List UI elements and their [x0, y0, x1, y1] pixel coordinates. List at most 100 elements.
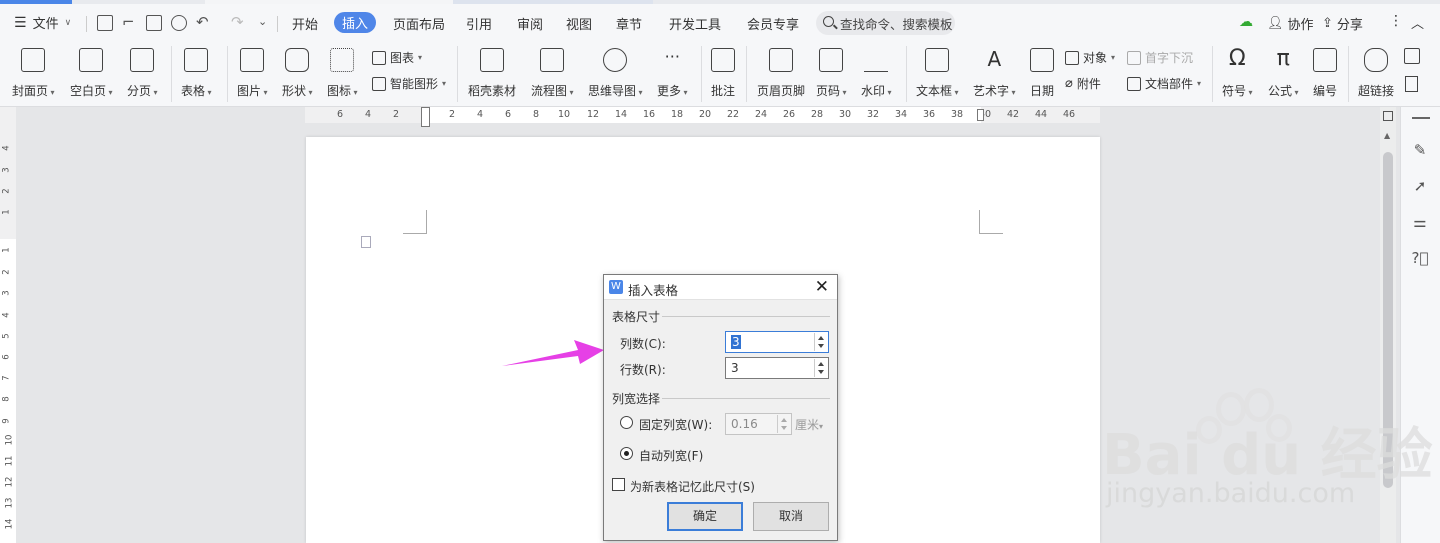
more-options-icon[interactable]: ⋮ [1389, 13, 1403, 29]
collapse-panel-icon[interactable] [1412, 117, 1430, 119]
drop-cap-button[interactable]: 首字下沉 [1127, 49, 1193, 66]
page-break-button[interactable]: 分页 [127, 48, 158, 99]
watermark-button[interactable]: 水印 [861, 48, 892, 99]
symbol-button[interactable]: Ω 符号 [1222, 48, 1253, 99]
picture-button[interactable]: 图片 [237, 48, 268, 99]
tab-review[interactable]: 审阅 [517, 14, 543, 33]
page-number-label: 页码 [816, 82, 847, 99]
more-button[interactable]: ··· 更多 [657, 48, 688, 99]
tab-developer[interactable]: 开发工具 [669, 14, 721, 33]
tab-page-layout[interactable]: 页面布局 [393, 14, 445, 33]
redo-icon[interactable]: ↷ [231, 13, 244, 31]
tab-member[interactable]: 会员专享 [747, 14, 799, 33]
material-button[interactable]: 稻壳素材 [468, 48, 516, 99]
object-button[interactable]: 对象 ▾ [1065, 49, 1115, 66]
icon-button[interactable]: 图标 [327, 48, 358, 99]
edit-pen-icon[interactable]: ✎ [1411, 141, 1429, 159]
cover-page-icon [21, 48, 46, 72]
width-unit-value: 厘米 [795, 418, 820, 432]
stepper-arrows-icon[interactable] [777, 415, 790, 433]
stepper-arrows-icon[interactable] [814, 333, 827, 351]
chevron-down-icon: ∨ [64, 17, 72, 28]
scroll-up-icon[interactable]: ▲ [1384, 131, 1390, 140]
mindmap-button[interactable]: 思维导图 [588, 48, 643, 99]
insert-ribbon: 封面页 空白页 分页 表格 图片 形状 图标 图表▾ 智能图形▾ 稻壳素材 流程… [0, 42, 1440, 107]
hyperlink-button[interactable]: 超链接 [1358, 48, 1394, 99]
tab-insert[interactable]: 插入 [334, 12, 377, 33]
tab-home[interactable]: 开始 [292, 14, 318, 33]
customize-toolbar-icon[interactable]: ⌄ [258, 15, 267, 28]
textbox-button[interactable]: 文本框 [916, 48, 959, 99]
chart-button[interactable]: 图表 ▾ [372, 49, 422, 66]
page-number-button[interactable]: 页码 [816, 48, 847, 99]
formula-label: 公式 [1268, 82, 1299, 99]
auto-width-radio[interactable] [620, 447, 633, 460]
select-cursor-icon[interactable]: ➚ [1411, 177, 1429, 195]
stepper-arrows-icon[interactable] [814, 359, 827, 377]
print-preview-icon[interactable] [171, 15, 187, 31]
indent-marker[interactable] [421, 107, 430, 127]
picture-label: 图片 [237, 82, 268, 99]
blank-page-label: 空白页 [70, 82, 113, 99]
table-button[interactable]: 表格 [181, 48, 212, 99]
blank-page-button[interactable]: 空白页 [70, 48, 113, 99]
collaborate-button[interactable]: 👤︎ 协作 [1267, 14, 1314, 33]
save-icon[interactable] [97, 15, 113, 31]
cover-page-button[interactable]: 封面页 [12, 48, 55, 99]
tab-chapter[interactable]: 章节 [616, 14, 642, 33]
tab-references[interactable]: 引用 [466, 14, 492, 33]
print-icon[interactable] [146, 15, 162, 31]
command-search-input[interactable]: 查找命令、搜索模板 [816, 11, 955, 35]
paragraph-options-icon[interactable] [361, 236, 371, 248]
cancel-button[interactable]: 取消 [753, 502, 829, 531]
dialog-title-bar[interactable]: W 插入表格 ✕ [604, 275, 837, 300]
shape-icon [285, 48, 310, 72]
vertical-ruler[interactable]: 4 3 2 1 1 2 3 4 5 6 7 8 9 10 11 12 13 14 [0, 107, 16, 543]
blank-page-icon [79, 48, 104, 72]
numbering-button[interactable]: 编号 [1313, 48, 1337, 99]
smart-shape-button[interactable]: 智能图形 ▾ [372, 75, 446, 92]
close-icon[interactable]: ✕ [815, 277, 829, 297]
date-button[interactable]: 日期 [1030, 48, 1054, 99]
doc-parts-icon [1127, 76, 1141, 91]
bookmark-icon[interactable] [1405, 76, 1418, 92]
attachment-button[interactable]: ⌀ 附件 [1065, 75, 1101, 92]
link-icon [1364, 48, 1388, 72]
header-footer-button[interactable]: 页眉页脚 [757, 48, 805, 99]
comment-icon [711, 48, 735, 72]
formula-button[interactable]: π 公式 [1268, 48, 1299, 99]
cross-reference-icon[interactable] [1404, 48, 1420, 64]
share-icon: ⇪ [1322, 16, 1333, 31]
tab-view[interactable]: 视图 [566, 14, 592, 33]
format-painter-icon[interactable]: ⌐ [122, 13, 135, 31]
doc-parts-label: 文档部件 [1145, 77, 1194, 91]
chart-label: 图表 [390, 51, 415, 65]
wordart-button[interactable]: A 艺术字 [973, 48, 1016, 99]
scroll-page-icon[interactable] [1383, 111, 1393, 121]
help-icon[interactable]: ?⃝ [1411, 249, 1429, 267]
rows-stepper[interactable]: 3 [725, 357, 829, 379]
file-menu[interactable]: ☰ 文件 ∨ [14, 13, 72, 33]
remember-size-checkbox[interactable] [612, 478, 625, 491]
collapse-ribbon-icon[interactable]: ︿ [1411, 13, 1424, 32]
fixed-width-stepper[interactable]: 0.16 [725, 413, 792, 435]
undo-icon[interactable]: ↶ [196, 13, 209, 31]
width-unit-select[interactable]: 厘米▾ [795, 416, 823, 433]
columns-stepper[interactable]: 3 [725, 331, 829, 353]
search-placeholder: 查找命令、搜索模板 [840, 17, 953, 32]
margin-corner-marker [979, 210, 1003, 234]
horizontal-ruler[interactable]: 6 4 2 2 4 6 8 10 12 14 16 18 20 22 24 26… [305, 107, 1100, 127]
ok-button[interactable]: 确定 [667, 502, 743, 531]
flowchart-button[interactable]: 流程图 [531, 48, 574, 99]
share-button[interactable]: ⇪ 分享 [1322, 14, 1363, 33]
table-size-group-label: 表格尺寸 [612, 310, 661, 324]
chart-icon [372, 50, 386, 65]
icon-label: 图标 [327, 82, 358, 99]
cloud-sync-icon[interactable]: ☁ [1239, 14, 1253, 30]
shape-button[interactable]: 形状 [282, 48, 313, 99]
right-indent-marker[interactable] [977, 109, 984, 121]
comment-button[interactable]: 批注 [711, 48, 735, 99]
fixed-width-radio[interactable] [620, 416, 633, 429]
doc-parts-button[interactable]: 文档部件 ▾ [1127, 75, 1201, 92]
settings-sliders-icon[interactable]: ⚌ [1411, 213, 1429, 231]
